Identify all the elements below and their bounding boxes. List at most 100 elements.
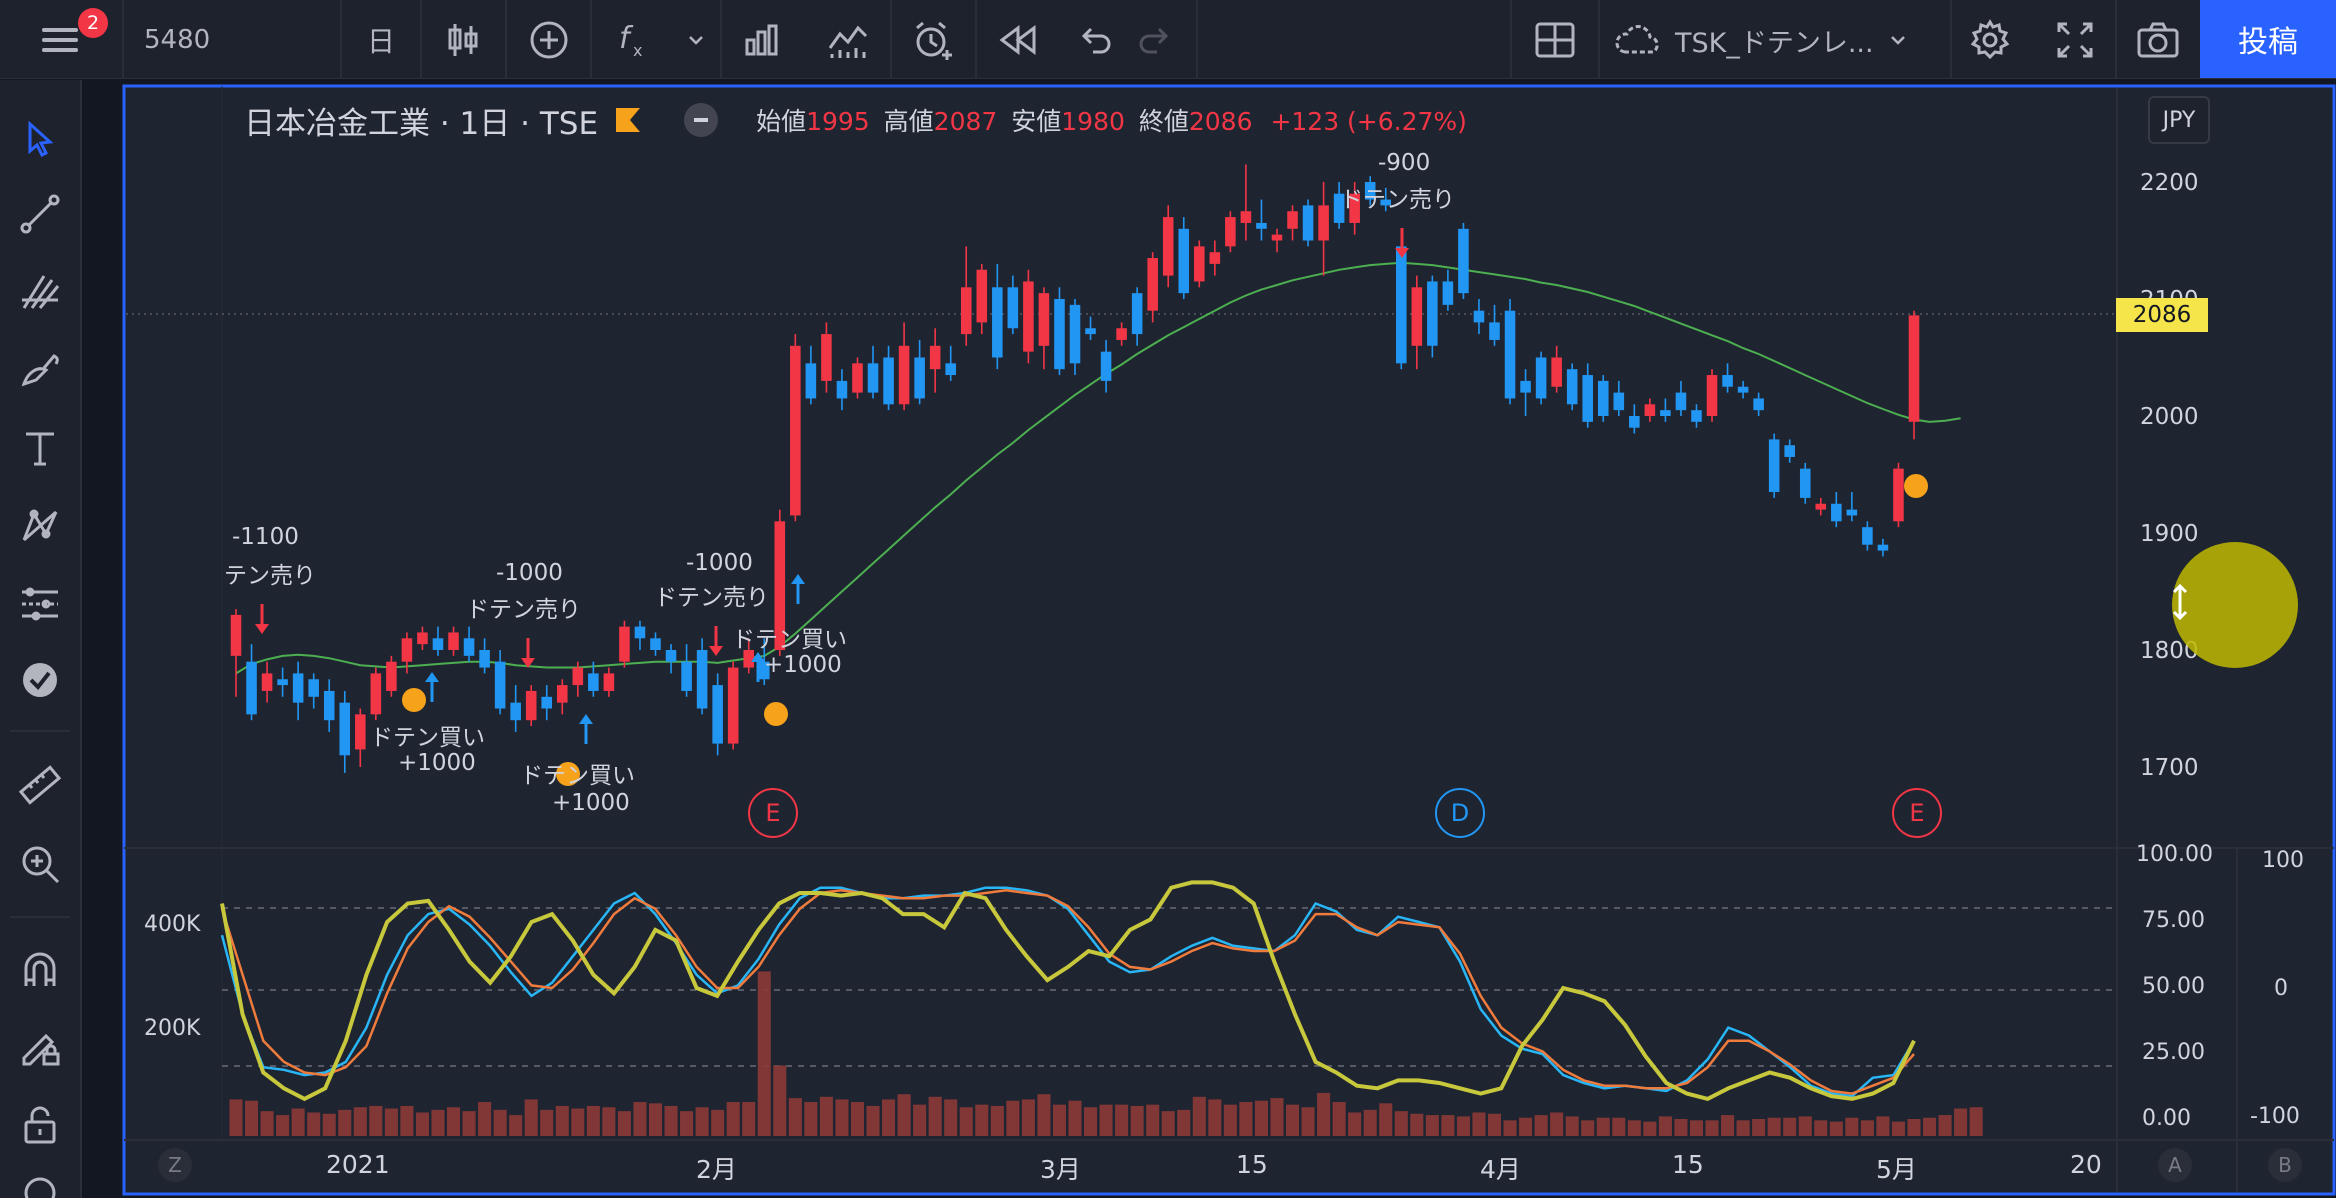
volume-bar — [229, 1099, 243, 1136]
candle — [1225, 211, 1236, 253]
volume-bar — [1612, 1117, 1626, 1136]
volume-bar — [928, 1096, 942, 1136]
time-label-apr: 4月 — [1480, 1155, 1521, 1184]
candle — [1768, 433, 1780, 498]
volume-bar — [819, 1096, 833, 1136]
volume-bar — [415, 1112, 429, 1136]
candle — [1535, 351, 1547, 405]
volume-bar — [1674, 1119, 1688, 1136]
volume-bar — [1317, 1092, 1331, 1136]
volume-bar — [1923, 1117, 1937, 1136]
price-scale-drag-handle[interactable] — [2172, 542, 2298, 668]
volume-bar — [1752, 1119, 1766, 1136]
volume-bar — [1006, 1100, 1020, 1136]
signal-dot — [1904, 474, 1928, 498]
volume-bar — [975, 1104, 989, 1136]
volume-bar — [1721, 1115, 1735, 1136]
volume-bar — [1052, 1104, 1066, 1136]
volume-bar — [369, 1105, 383, 1136]
candle — [1597, 375, 1609, 422]
volume-bar — [1130, 1105, 1144, 1136]
candle — [1178, 217, 1190, 299]
resize-vertical-icon — [2172, 583, 2188, 621]
price-chart[interactable]: 220021002000190018001700 — [0, 0, 2336, 1198]
candle — [1504, 299, 1516, 405]
volume-bar — [1798, 1116, 1812, 1136]
volume-bar — [555, 1105, 569, 1136]
signal-label: ドテン買い — [520, 763, 635, 789]
volume-bar — [400, 1105, 414, 1136]
volume-bar — [1270, 1098, 1284, 1136]
volume-bar — [695, 1107, 709, 1136]
volume-bar — [866, 1105, 880, 1136]
volume-bar — [1519, 1117, 1533, 1136]
price-tick-label: 1900 — [2140, 521, 2199, 547]
candle — [386, 655, 397, 697]
currency-button[interactable]: JPY — [2148, 96, 2210, 144]
symbol-title[interactable]: 日本冶金工業 · 1日 · TSE — [244, 98, 598, 143]
ohlc-values: 始値1995 高値2087 安値1980 終値2086 +123 (+6.27%… — [756, 107, 1467, 136]
timezone-button[interactable]: Z — [158, 1148, 192, 1182]
time-label-apr15: 15 — [1672, 1150, 1704, 1179]
signal-qty: +1000 — [398, 750, 476, 776]
osc-tick-25: 25.00 — [2142, 1040, 2205, 1065]
volume-bar — [1736, 1120, 1750, 1136]
volume-bar — [245, 1100, 259, 1136]
volume-bar — [1596, 1117, 1610, 1136]
volume-bar — [990, 1105, 1004, 1136]
volume-bar — [1969, 1107, 1983, 1136]
volume-bar — [1503, 1120, 1517, 1136]
collapse-legend-button[interactable] — [684, 103, 719, 137]
candle — [1302, 199, 1314, 247]
candle — [727, 661, 739, 750]
volume-bar — [1394, 1111, 1408, 1136]
candle — [1162, 205, 1174, 288]
osc-tick-100: 100.00 — [2136, 842, 2213, 867]
volume-bar — [571, 1108, 585, 1136]
volume-bar — [462, 1111, 476, 1136]
candle — [619, 620, 630, 668]
volume-bar — [1845, 1117, 1859, 1136]
volume-bar — [291, 1108, 305, 1136]
dividend-marker[interactable]: D — [1435, 788, 1485, 838]
volume-bar — [835, 1099, 849, 1136]
earnings-marker[interactable]: E — [748, 788, 798, 838]
auto-scale-button[interactable]: A — [2158, 1148, 2192, 1182]
volume-bar — [1192, 1096, 1206, 1136]
volume-bar — [1332, 1102, 1346, 1136]
volume-bar — [384, 1108, 398, 1136]
volume-bar — [1658, 1116, 1672, 1136]
candle — [712, 673, 723, 756]
volume-bar — [338, 1109, 352, 1136]
volume-bar — [1379, 1103, 1393, 1136]
signal-qty: -1100 — [232, 524, 299, 550]
volume-bar — [1565, 1116, 1579, 1136]
candle — [1893, 462, 1904, 528]
volume-bar — [1301, 1107, 1315, 1136]
time-label-mar15: 15 — [1236, 1150, 1268, 1179]
price-tick-label: 2000 — [2140, 404, 2199, 430]
volume-bar — [757, 971, 771, 1136]
volume-bar — [446, 1107, 461, 1136]
volume-bar — [913, 1104, 927, 1136]
volume-bar — [1208, 1099, 1222, 1136]
volume-bar — [726, 1102, 740, 1136]
volume-bar — [260, 1111, 274, 1136]
signal-label: ドテン買い — [732, 627, 847, 653]
volume-bar — [431, 1109, 445, 1136]
candle — [1023, 269, 1034, 364]
volume-bar — [1254, 1100, 1268, 1136]
signal-qty: +1000 — [764, 652, 842, 678]
volume-bar — [959, 1107, 973, 1136]
earnings-marker[interactable]: E — [1892, 788, 1942, 838]
time-label-may: 5月 — [1876, 1155, 1917, 1184]
osc-right-tick-100: 100 — [2262, 848, 2304, 873]
signal-qty: -1000 — [686, 550, 753, 576]
candle — [370, 667, 382, 721]
volume-bar — [1363, 1109, 1377, 1136]
candle — [1799, 462, 1811, 504]
volume-bar — [680, 1111, 694, 1136]
volume-bar — [1177, 1109, 1191, 1136]
scale-b-button[interactable]: B — [2268, 1148, 2302, 1182]
volume-bar — [850, 1102, 865, 1136]
